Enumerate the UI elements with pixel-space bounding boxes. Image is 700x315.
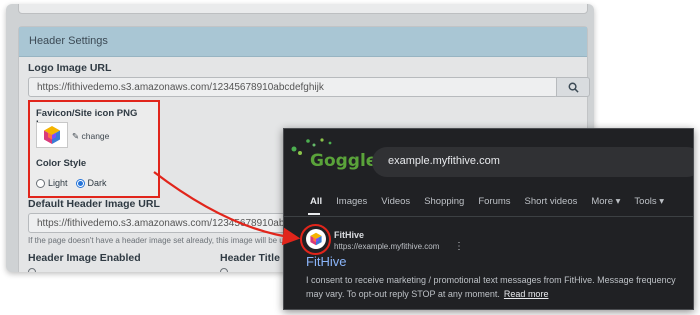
favicon-thumbnail[interactable] <box>36 122 68 148</box>
result-snippet-text: I consent to receive marketing / promoti… <box>306 275 676 299</box>
tab-images[interactable]: Images <box>336 196 367 207</box>
tab-short-videos[interactable]: Short videos <box>525 196 578 207</box>
color-style-label: Color Style <box>36 158 87 169</box>
search-icon <box>568 82 579 93</box>
tabs-divider <box>284 216 693 217</box>
radio-light[interactable] <box>36 178 45 188</box>
color-light-label: Light <box>48 178 68 188</box>
tab-forums[interactable]: Forums <box>478 196 510 207</box>
tab-more[interactable]: More ▾ <box>591 196 620 207</box>
default-header-help: If the page doesn't have a header image … <box>28 236 299 245</box>
fithive-cube-icon <box>44 126 60 144</box>
header-title-radio[interactable] <box>220 268 228 272</box>
tab-tools[interactable]: Tools ▾ <box>634 196 664 207</box>
color-light-option[interactable]: Light <box>36 178 68 188</box>
result-title-link[interactable]: FitHive <box>306 254 346 269</box>
edit-icon: ✎ <box>72 131 80 141</box>
logo-search-button[interactable] <box>556 77 590 97</box>
header-image-enabled-label: Header Image Enabled <box>28 252 141 264</box>
result-site-name[interactable]: FitHive <box>334 230 364 240</box>
change-label: change <box>81 131 110 141</box>
header-image-radio[interactable] <box>28 268 36 272</box>
google-logo[interactable]: Goggle <box>310 151 377 171</box>
previous-card <box>18 4 588 14</box>
tab-videos[interactable]: Videos <box>381 196 410 207</box>
more-options-icon[interactable]: ⋮ <box>454 241 464 252</box>
logo-url-label: Logo Image URL <box>28 62 112 74</box>
favicon-settings-box: Favicon/Site icon PNG Image ✎ change Col… <box>28 100 160 198</box>
change-favicon-link[interactable]: ✎ change <box>72 131 109 142</box>
color-style-radios: Light Dark <box>36 178 107 188</box>
color-dark-label: Dark <box>87 178 107 188</box>
logo-url-input[interactable]: https://fithivedemo.s3.amazonaws.com/123… <box>28 77 558 97</box>
search-tabs: All Images Videos Shopping Forums Short … <box>310 196 678 207</box>
radio-dark[interactable] <box>75 178 85 188</box>
google-search-screenshot: Goggle example.myfithive.com All Images … <box>283 128 694 310</box>
header-settings-title: Header Settings <box>19 27 587 57</box>
tab-shopping[interactable]: Shopping <box>424 196 464 207</box>
active-tab-indicator <box>308 213 320 215</box>
color-dark-option[interactable]: Dark <box>75 178 107 188</box>
result-site-url[interactable]: https://example.myfithive.com <box>334 242 439 251</box>
read-more-link[interactable]: Read more <box>504 289 549 299</box>
google-search-input[interactable]: example.myfithive.com <box>372 147 693 177</box>
tab-all[interactable]: All <box>310 196 322 207</box>
default-header-label: Default Header Image URL <box>28 198 160 210</box>
result-snippet: I consent to receive marketing / promoti… <box>306 273 691 301</box>
favicon-highlight-ring <box>300 224 331 255</box>
